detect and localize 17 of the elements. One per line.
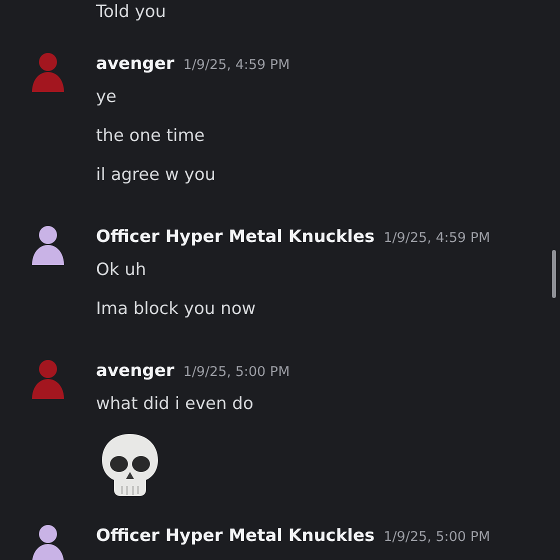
message-text: the one time xyxy=(96,126,205,146)
message-text: what did i even do xyxy=(96,394,254,414)
scrollbar-thumb[interactable] xyxy=(552,250,556,298)
skull-icon xyxy=(100,432,160,498)
message-text: ye xyxy=(96,87,117,107)
author-name[interactable]: Officer Hyper Metal Knuckles xyxy=(96,522,375,550)
message-text: il agree w you xyxy=(96,165,216,185)
timestamp: 1/9/25, 4:59 PM xyxy=(183,56,290,75)
message-text: Ok uh xyxy=(96,260,146,280)
message-text: Ima block you now xyxy=(96,299,256,319)
author-name[interactable]: Officer Hyper Metal Knuckles xyxy=(96,223,375,251)
author-name[interactable]: avenger xyxy=(96,50,174,78)
timestamp: 1/9/25, 5:00 PM xyxy=(384,528,490,547)
author-name[interactable]: avenger xyxy=(96,357,174,385)
message-text: Told you xyxy=(96,2,166,22)
timestamp: 1/9/25, 5:00 PM xyxy=(183,363,290,382)
timestamp: 1/9/25, 4:59 PM xyxy=(384,229,490,248)
